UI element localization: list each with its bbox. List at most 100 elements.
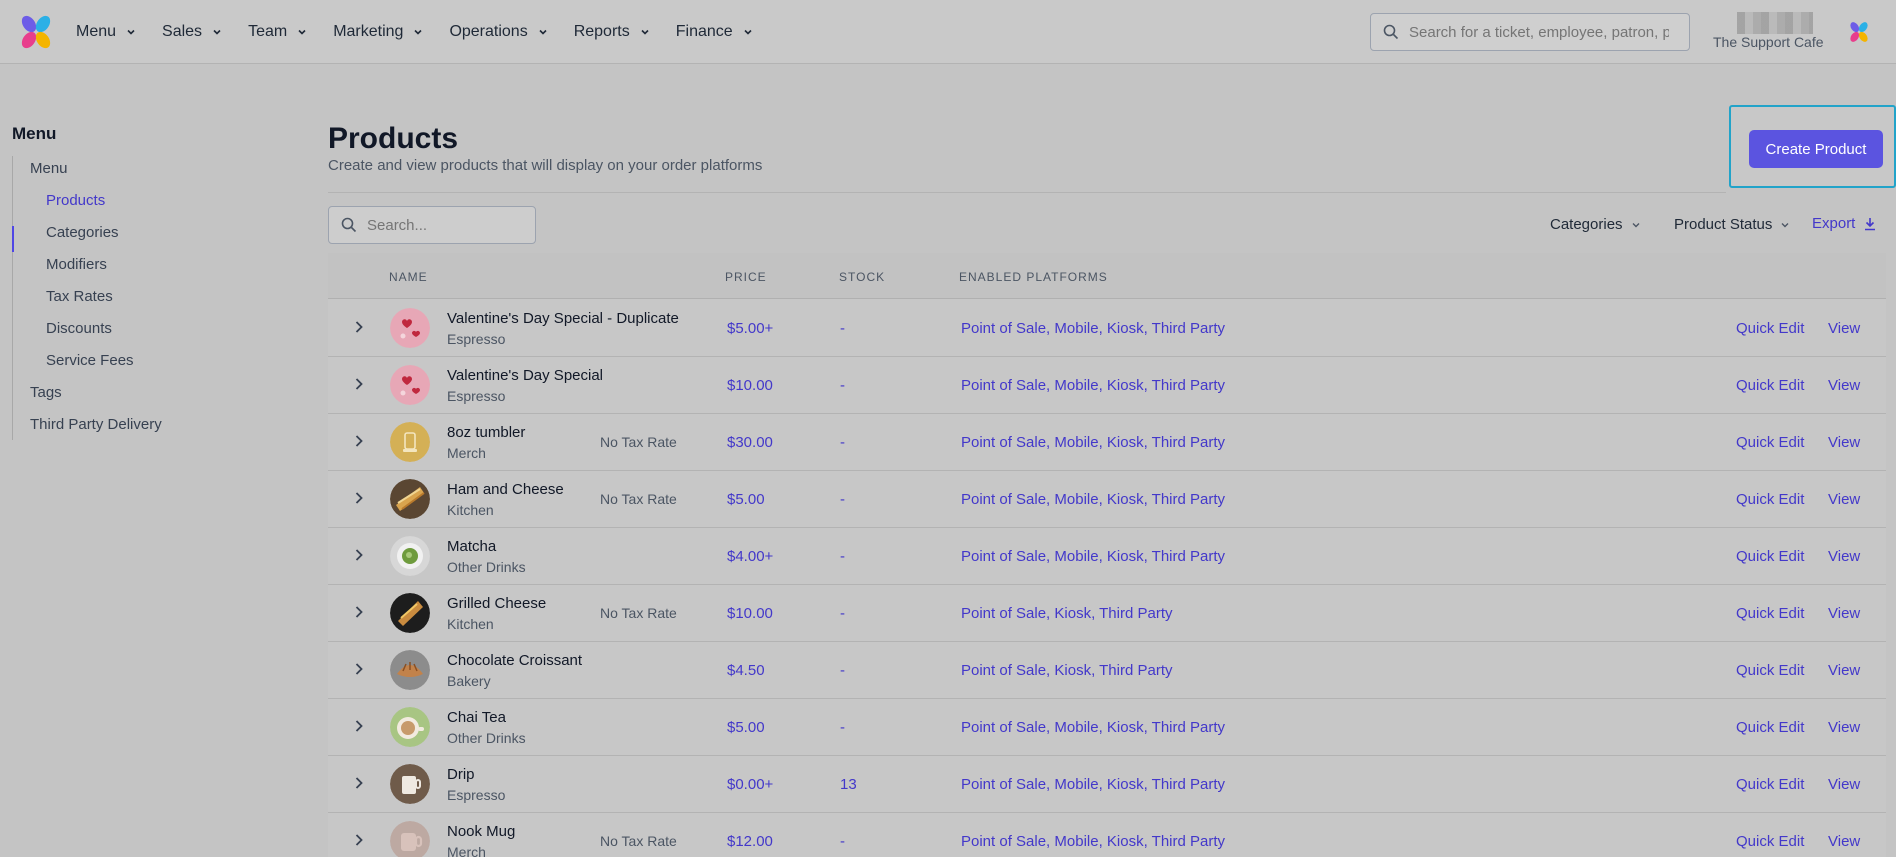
- quick-edit-link[interactable]: Quick Edit: [1736, 434, 1804, 451]
- chevron-right-icon[interactable]: [352, 776, 366, 790]
- product-price[interactable]: $30.00: [727, 434, 773, 451]
- product-stock[interactable]: -: [840, 320, 845, 337]
- product-stock[interactable]: -: [840, 605, 845, 622]
- sidebar-item-categories[interactable]: Categories: [46, 224, 119, 241]
- product-name[interactable]: Grilled Cheese: [447, 595, 546, 612]
- product-name[interactable]: Valentine's Day Special: [447, 367, 603, 384]
- sidebar-item-menu[interactable]: Menu: [30, 160, 68, 177]
- chevron-right-icon[interactable]: [352, 548, 366, 562]
- product-name[interactable]: Chocolate Croissant: [447, 652, 582, 669]
- chevron-right-icon[interactable]: [352, 377, 366, 391]
- product-platforms[interactable]: Point of Sale, Mobile, Kiosk, Third Part…: [961, 719, 1225, 736]
- product-platforms[interactable]: Point of Sale, Mobile, Kiosk, Third Part…: [961, 320, 1225, 337]
- product-platforms[interactable]: Point of Sale, Mobile, Kiosk, Third Part…: [961, 491, 1225, 508]
- product-platforms[interactable]: Point of Sale, Mobile, Kiosk, Third Part…: [961, 776, 1225, 793]
- chevron-right-icon[interactable]: [352, 434, 366, 448]
- chevron-right-icon[interactable]: [352, 605, 366, 619]
- org-logo-icon[interactable]: [1848, 21, 1870, 43]
- view-link[interactable]: View: [1828, 605, 1860, 622]
- product-platforms[interactable]: Point of Sale, Mobile, Kiosk, Third Part…: [961, 377, 1225, 394]
- chevron-right-icon[interactable]: [352, 662, 366, 676]
- quick-edit-link[interactable]: Quick Edit: [1736, 776, 1804, 793]
- quick-edit-link[interactable]: Quick Edit: [1736, 605, 1804, 622]
- product-stock[interactable]: 13: [840, 776, 857, 793]
- sidebar-item-service-fees[interactable]: Service Fees: [46, 352, 134, 369]
- sidebar-item-discounts[interactable]: Discounts: [46, 320, 112, 337]
- product-status-filter[interactable]: Product Status: [1674, 216, 1790, 233]
- product-name[interactable]: Valentine's Day Special - Duplicate: [447, 310, 679, 327]
- nav-reports[interactable]: Reports: [574, 23, 650, 41]
- quick-edit-link[interactable]: Quick Edit: [1736, 833, 1804, 850]
- column-header-price[interactable]: PRICE: [725, 270, 767, 284]
- sidebar-item-products[interactable]: Products: [46, 192, 105, 209]
- view-link[interactable]: View: [1828, 434, 1860, 451]
- view-link[interactable]: View: [1828, 320, 1860, 337]
- product-price[interactable]: $5.00+: [727, 320, 773, 337]
- nav-sales[interactable]: Sales: [162, 23, 222, 41]
- view-link[interactable]: View: [1828, 377, 1860, 394]
- product-price[interactable]: $10.00: [727, 605, 773, 622]
- product-platforms[interactable]: Point of Sale, Mobile, Kiosk, Third Part…: [961, 434, 1225, 451]
- chevron-right-icon[interactable]: [352, 491, 366, 505]
- nav-menu[interactable]: Menu: [76, 23, 136, 41]
- product-stock[interactable]: -: [840, 662, 845, 679]
- app-logo-icon[interactable]: [18, 14, 54, 50]
- sidebar-item-tags[interactable]: Tags: [30, 384, 62, 401]
- product-stock[interactable]: -: [840, 719, 845, 736]
- product-price[interactable]: $5.00: [727, 491, 765, 508]
- view-link[interactable]: View: [1828, 662, 1860, 679]
- product-stock[interactable]: -: [840, 833, 845, 850]
- quick-edit-link[interactable]: Quick Edit: [1736, 377, 1804, 394]
- view-link[interactable]: View: [1828, 491, 1860, 508]
- nav-marketing[interactable]: Marketing: [333, 23, 423, 41]
- chevron-right-icon[interactable]: [352, 320, 366, 334]
- global-search-input[interactable]: [1409, 23, 1669, 41]
- nav-team[interactable]: Team: [248, 23, 307, 41]
- product-stock[interactable]: -: [840, 377, 845, 394]
- product-stock[interactable]: -: [840, 548, 845, 565]
- product-price[interactable]: $10.00: [727, 377, 773, 394]
- view-link[interactable]: View: [1828, 719, 1860, 736]
- quick-edit-link[interactable]: Quick Edit: [1736, 320, 1804, 337]
- column-header-name[interactable]: NAME: [389, 270, 428, 284]
- product-price[interactable]: $5.00: [727, 719, 765, 736]
- product-name[interactable]: Ham and Cheese: [447, 481, 564, 498]
- product-platforms[interactable]: Point of Sale, Kiosk, Third Party: [961, 605, 1173, 622]
- chevron-right-icon[interactable]: [352, 833, 366, 847]
- column-header-stock[interactable]: STOCK: [839, 270, 885, 284]
- create-product-button[interactable]: Create Product: [1749, 130, 1883, 168]
- product-name[interactable]: 8oz tumbler: [447, 424, 525, 441]
- nav-operations[interactable]: Operations: [449, 23, 547, 41]
- product-search-input[interactable]: [367, 216, 527, 234]
- product-price[interactable]: $4.50: [727, 662, 765, 679]
- export-button[interactable]: Export: [1812, 215, 1877, 232]
- product-platforms[interactable]: Point of Sale, Mobile, Kiosk, Third Part…: [961, 833, 1225, 850]
- categories-filter[interactable]: Categories: [1550, 216, 1641, 233]
- sidebar-item-tax-rates[interactable]: Tax Rates: [46, 288, 113, 305]
- view-link[interactable]: View: [1828, 833, 1860, 850]
- view-link[interactable]: View: [1828, 548, 1860, 565]
- product-price[interactable]: $4.00+: [727, 548, 773, 565]
- product-platforms[interactable]: Point of Sale, Mobile, Kiosk, Third Part…: [961, 548, 1225, 565]
- quick-edit-link[interactable]: Quick Edit: [1736, 548, 1804, 565]
- sidebar-item-third-party-delivery[interactable]: Third Party Delivery: [30, 416, 162, 433]
- product-stock[interactable]: -: [840, 434, 845, 451]
- chevron-right-icon[interactable]: [352, 719, 366, 733]
- global-search: [1370, 13, 1690, 51]
- nav-finance[interactable]: Finance: [676, 23, 753, 41]
- quick-edit-link[interactable]: Quick Edit: [1736, 719, 1804, 736]
- product-name[interactable]: Chai Tea: [447, 709, 506, 726]
- product-name[interactable]: Drip: [447, 766, 475, 783]
- quick-edit-link[interactable]: Quick Edit: [1736, 491, 1804, 508]
- product-name[interactable]: Nook Mug: [447, 823, 515, 840]
- sidebar-item-modifiers[interactable]: Modifiers: [46, 256, 107, 273]
- product-price[interactable]: $0.00+: [727, 776, 773, 793]
- product-price[interactable]: $12.00: [727, 833, 773, 850]
- product-name[interactable]: Matcha: [447, 538, 496, 555]
- product-stock[interactable]: -: [840, 491, 845, 508]
- product-platforms[interactable]: Point of Sale, Kiosk, Third Party: [961, 662, 1173, 679]
- quick-edit-link[interactable]: Quick Edit: [1736, 662, 1804, 679]
- chevron-down-icon: [127, 29, 135, 35]
- account-switcher[interactable]: The Support Cafe: [1713, 10, 1828, 54]
- view-link[interactable]: View: [1828, 776, 1860, 793]
